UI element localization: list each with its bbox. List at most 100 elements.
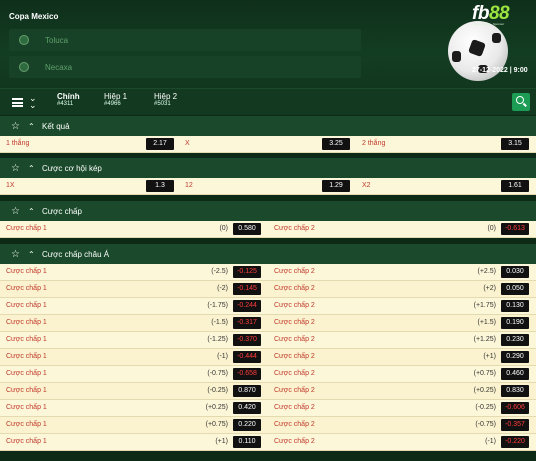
odds-label: Cược chấp 1 <box>6 353 47 360</box>
handicap-value: (-1.25) <box>207 336 228 343</box>
star-icon[interactable]: ☆ <box>11 206 23 217</box>
handicap-value: (-2) <box>217 285 228 292</box>
odds-row: Cược chấp 1 (-1.25) -0.370 Cược chấp 2 (+1.2… <box>0 332 536 349</box>
handicap-value: (+1) <box>215 438 228 445</box>
odds-button[interactable]: 0.870 <box>233 385 261 397</box>
odds-label: X <box>185 140 190 147</box>
odds-label: Cược chấp 1 <box>6 387 47 394</box>
odds-label: Cược chấp 2 <box>274 319 315 326</box>
handicap-value: (0) <box>487 225 496 232</box>
odds-button[interactable]: 3.15 <box>501 138 529 150</box>
odds-button[interactable]: -0.444 <box>233 351 261 363</box>
period-tabs: ⌄ ⌄ Chính #4311 Hiệp 1 #4966 Hiệp 2 #5031 <box>0 88 536 115</box>
odds-label: Cược chấp 2 <box>274 302 315 309</box>
odds-button[interactable]: 0.290 <box>501 351 529 363</box>
odds-button[interactable]: 0.110 <box>233 436 261 448</box>
odds-row: Cược chấp 1 (-0.25) 0.870 Cược chấp 2 (+0.25… <box>0 383 536 400</box>
odds-row: Cược chấp 1 (-1.5) -0.317 Cược chấp 2 (+1.5)… <box>0 315 536 332</box>
team-home-logo <box>19 35 29 45</box>
odds-label: Cược chấp 2 <box>274 225 315 232</box>
section-title: Cược cơ hội kép <box>42 163 102 173</box>
odds-label: Cược chấp 1 <box>6 370 47 377</box>
star-icon[interactable]: ☆ <box>11 249 23 260</box>
section-title: Kết quả <box>42 121 70 131</box>
handicap-value: (-2.5) <box>211 268 228 275</box>
odds-button[interactable]: 3.25 <box>322 138 350 150</box>
handicap-value: (-1) <box>217 353 228 360</box>
odds-label: Cược chấp 2 <box>274 421 315 428</box>
brand-tagline: Sports Book · Sponsor <box>474 22 505 26</box>
search-button[interactable] <box>512 93 530 111</box>
odds-label: Cược chấp 1 <box>6 268 47 275</box>
odds-button[interactable]: 1.29 <box>322 180 350 192</box>
odds-button[interactable]: -0.370 <box>233 334 261 346</box>
odds-button[interactable]: 0.230 <box>501 334 529 346</box>
chevron-up-icon[interactable]: ⌃ <box>28 122 38 131</box>
chevron-up-icon[interactable]: ⌃ <box>28 207 38 216</box>
star-icon[interactable]: ☆ <box>11 121 23 132</box>
odds-button[interactable]: 0.420 <box>233 402 261 414</box>
odds-row: Cược chấp 1 (+1) 0.110 Cược chấp 2 (-1) -0.22… <box>0 434 536 451</box>
handicap-value: (-0.75) <box>475 421 496 428</box>
menu-icon[interactable] <box>12 98 23 107</box>
odds-label: 12 <box>185 182 193 189</box>
double-chevron-down-icon[interactable]: ⌄ ⌄ <box>29 94 37 110</box>
handicap-value: (+1.75) <box>473 302 496 309</box>
odds-button[interactable]: 1.61 <box>501 180 529 192</box>
odds-button[interactable]: 0.220 <box>233 419 261 431</box>
odds-button[interactable]: -0.357 <box>501 419 529 431</box>
odds-label: Cược chấp 1 <box>6 302 47 309</box>
handicap-value: (+2.5) <box>477 268 496 275</box>
team-away-name: Necaxa <box>45 62 73 72</box>
odds-button[interactable]: -0.606 <box>501 402 529 414</box>
odds-button[interactable]: 2.17 <box>146 138 174 150</box>
team-away-logo <box>19 62 29 72</box>
section-title: Cược chấp <box>42 206 82 216</box>
handicap-value: (+1.25) <box>473 336 496 343</box>
odds-button[interactable]: -0.658 <box>233 368 261 380</box>
section-cuoc-chap[interactable]: ☆ ⌃ Cược chấp <box>0 201 536 221</box>
odds-row: Cược chấp 1 (-2.5) -0.125 Cược chấp 2 (+2.5)… <box>0 264 536 281</box>
chevron-up-icon[interactable]: ⌃ <box>28 250 38 259</box>
odds-label: X2 <box>362 182 371 189</box>
odds-button[interactable]: 0.050 <box>501 283 529 295</box>
handicap-value: (+0.25) <box>205 404 228 411</box>
odds-button[interactable]: -0.317 <box>233 317 261 329</box>
odds-button[interactable]: -0.145 <box>233 283 261 295</box>
chevron-up-icon[interactable]: ⌃ <box>28 164 38 173</box>
team-home-name: Toluca <box>45 35 69 45</box>
tab-hiep-2[interactable]: Hiệp 2 #5031 <box>154 92 177 107</box>
odds-label: Cược chấp 2 <box>274 285 315 292</box>
tab-hiep-1[interactable]: Hiệp 1 #4966 <box>104 92 127 107</box>
odds-button[interactable]: 0.190 <box>501 317 529 329</box>
odds-label: Cược chấp 2 <box>274 404 315 411</box>
star-icon[interactable]: ☆ <box>11 163 23 174</box>
handicap-value: (-1) <box>485 438 496 445</box>
odds-button[interactable]: 0.830 <box>501 385 529 397</box>
section-co-hoi-kep[interactable]: ☆ ⌃ Cược cơ hội kép <box>0 158 536 178</box>
odds-label: Cược chấp 2 <box>274 387 315 394</box>
odds-label: Cược chấp 2 <box>274 370 315 377</box>
odds-label: Cược chấp 1 <box>6 404 47 411</box>
odds-button[interactable]: 0.030 <box>501 266 529 278</box>
odds-button[interactable]: 0.460 <box>501 368 529 380</box>
odds-button[interactable]: 1.3 <box>146 180 174 192</box>
odds-button[interactable]: -0.244 <box>233 300 261 312</box>
odds-label: 2 thắng <box>362 140 386 147</box>
odds-button[interactable]: 0.130 <box>501 300 529 312</box>
section-ket-qua[interactable]: ☆ ⌃ Kết quả <box>0 116 536 136</box>
match-datetime: 27-12-2022 | 9:00 <box>472 67 528 74</box>
odds-label: Cược chấp 2 <box>274 336 315 343</box>
odds-button[interactable]: -0.125 <box>233 266 261 278</box>
handicap-value: (+1.5) <box>477 319 496 326</box>
tab-chinh[interactable]: Chính #4311 <box>57 92 80 107</box>
odds-label: Cược chấp 1 <box>6 438 47 445</box>
handicap-value: (+1) <box>483 353 496 360</box>
section-chap-chau-a[interactable]: ☆ ⌃ Cược chấp châu Á <box>0 244 536 264</box>
odds-button[interactable]: -0.220 <box>501 436 529 448</box>
odds-button[interactable]: -0.613 <box>501 223 529 235</box>
odds-label: Cược chấp 1 <box>6 336 47 343</box>
odds-row: 1 thắng 2.17 X 3.25 2 thắng 3.15 <box>0 136 536 153</box>
odds-row: Cược chấp 1 (-1) -0.444 Cược chấp 2 (+1) 0.29… <box>0 349 536 366</box>
odds-button[interactable]: 0.580 <box>233 223 261 235</box>
